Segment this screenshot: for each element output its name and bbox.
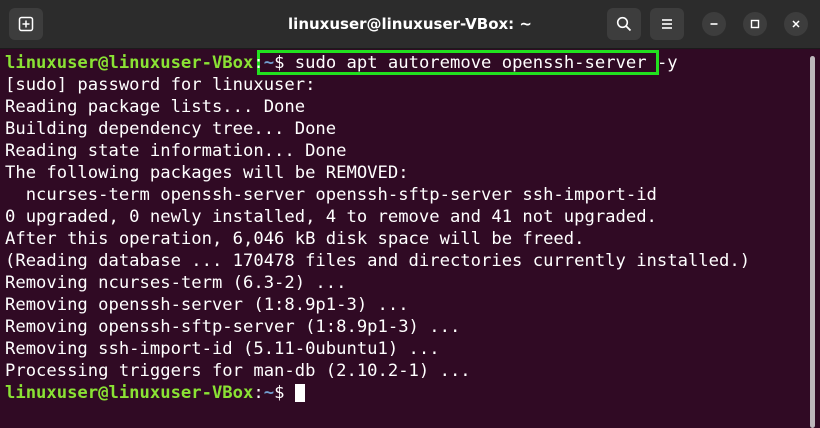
prompt-dollar: $	[274, 53, 285, 73]
prompt-user: linuxuser@linuxuser-VBox	[5, 383, 254, 403]
maximize-icon	[750, 19, 760, 29]
minimize-button[interactable]	[702, 12, 726, 36]
output-line: Processing triggers for man-db (2.10.2-1…	[5, 361, 471, 381]
search-button[interactable]	[607, 8, 641, 40]
text-cursor	[294, 384, 305, 402]
output-line: After this operation, 6,046 kB disk spac…	[5, 229, 585, 249]
maximize-button[interactable]	[743, 12, 767, 36]
search-icon	[616, 16, 632, 32]
window-title: linuxuser@linuxuser-VBox: ~	[288, 15, 532, 33]
title-bar[interactable]: linuxuser@linuxuser-VBox: ~	[0, 0, 820, 49]
prompt-dollar: $	[274, 383, 285, 403]
close-button[interactable]	[784, 12, 808, 36]
prompt-separator: :	[253, 53, 264, 73]
terminal-window: linuxuser@linuxuser-VBox: ~ linuxuser@li…	[0, 0, 820, 428]
output-line: Reading state information... Done	[5, 141, 347, 161]
output-line: The following packages will be REMOVED:	[5, 163, 409, 183]
current-prompt-line[interactable]: linuxuser@linuxuser-VBox:~$	[5, 382, 305, 404]
menu-button[interactable]	[650, 8, 684, 40]
output-line: ncurses-term openssh-server openssh-sftp…	[5, 185, 657, 205]
minimize-icon	[710, 23, 718, 25]
prompt-user: linuxuser@linuxuser-VBox	[5, 53, 254, 73]
scrollbar-thumb[interactable]	[810, 56, 815, 428]
prompt-separator: :	[253, 383, 264, 403]
output-line: [sudo] password for linuxuser:	[5, 75, 316, 95]
command-text: sudo apt autoremove openssh-server -y	[284, 53, 678, 73]
prompt-path: ~	[263, 383, 275, 403]
command-line: linuxuser@linuxuser-VBox:~$ sudo apt aut…	[5, 52, 678, 74]
output-line: Building dependency tree... Done	[5, 119, 337, 139]
output-line: (Reading database ... 170478 files and d…	[5, 251, 751, 271]
output-line: Removing openssh-server (1:8.9p1-3) ...	[5, 295, 409, 315]
output-line: 0 upgraded, 0 newly installed, 4 to remo…	[5, 207, 657, 227]
terminal-output[interactable]: linuxuser@linuxuser-VBox:~$ sudo apt aut…	[0, 49, 806, 428]
output-line: Removing ssh-import-id (5.11-0ubuntu1) .…	[5, 339, 440, 359]
output-line: Removing ncurses-term (6.3-2) ...	[5, 273, 347, 293]
output-line: Removing openssh-sftp-server (1:8.9p1-3)…	[5, 317, 461, 337]
hamburger-menu-icon	[662, 19, 672, 29]
output-line: Reading package lists... Done	[5, 97, 306, 117]
close-icon	[792, 20, 800, 28]
prompt-path: ~	[263, 53, 275, 73]
scrollbar[interactable]	[806, 49, 820, 428]
